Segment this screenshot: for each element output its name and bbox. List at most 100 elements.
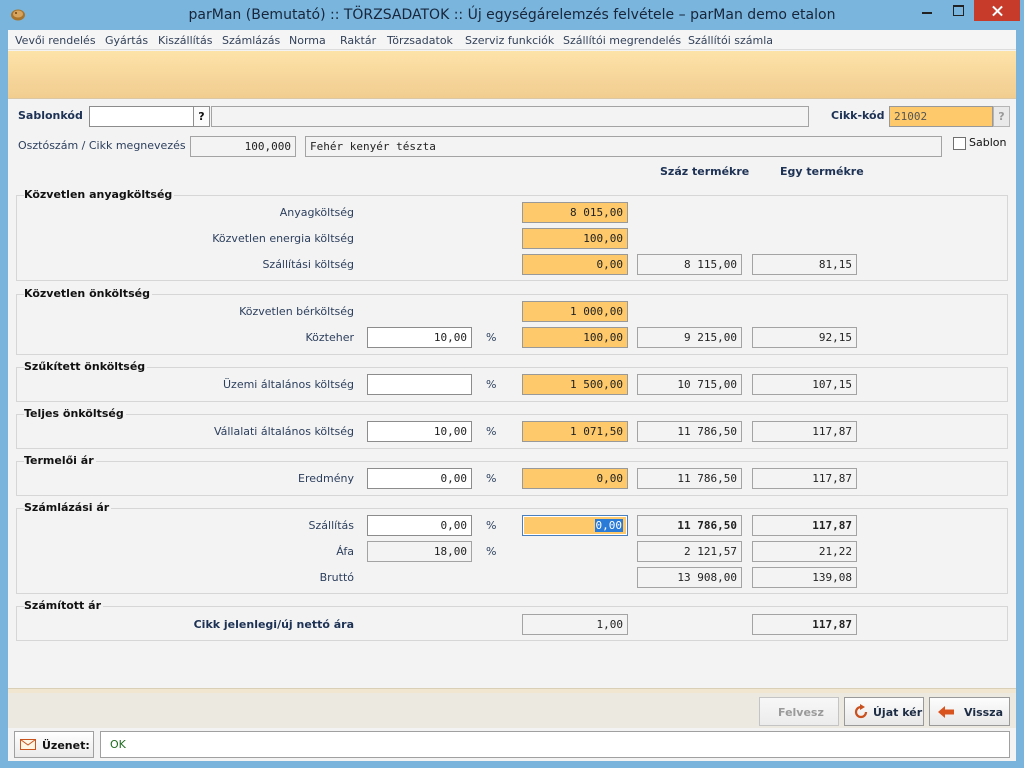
brutto-label: Bruttó bbox=[319, 571, 354, 584]
szallitas-egy-termekre: 117,87 bbox=[752, 515, 857, 536]
col-header-szaz: Száz termékre bbox=[660, 165, 750, 178]
cikkkod-label: Cikk-kód bbox=[831, 109, 885, 122]
percent-sign: % bbox=[486, 425, 497, 438]
section-title: Közvetlen anyagköltség bbox=[24, 188, 175, 201]
vallalati-percent-input[interactable]: 10,00 bbox=[367, 421, 472, 442]
felvesz-label: Felvesz bbox=[778, 706, 824, 719]
action-bar: Felvesz Újat kér Vissza bbox=[8, 688, 1016, 728]
cikk-megnevezes-field: Fehér kenyér tészta bbox=[305, 136, 942, 157]
afa-egy-termekre: 21,22 bbox=[752, 541, 857, 562]
uzenet-button[interactable]: Üzenet: bbox=[14, 731, 94, 758]
vallalati-koltseg-input[interactable]: 1 071,50 bbox=[522, 421, 628, 442]
anyag-egy-termekre: 81,15 bbox=[752, 254, 857, 275]
osztoszam-label: Osztószám / Cikk megnevezés bbox=[18, 139, 186, 152]
teljes-szaz-termekre: 11 786,50 bbox=[637, 421, 742, 442]
menu-kiszallitas[interactable]: Kiszállítás bbox=[158, 34, 212, 47]
status-message: OK bbox=[100, 731, 1010, 758]
percent-sign: % bbox=[486, 545, 497, 558]
eredmeny-percent-input[interactable]: 0,00 bbox=[367, 468, 472, 489]
netto-ar-value: 1,00 bbox=[522, 614, 628, 635]
menu-gyartas[interactable]: Gyártás bbox=[105, 34, 148, 47]
uzemi-percent-input[interactable] bbox=[367, 374, 472, 395]
menu-torzsadatok[interactable]: Törzsadatok bbox=[387, 34, 453, 47]
berkoltseg-label: Közvetlen bérköltség bbox=[239, 305, 354, 318]
section-title: Szűkített önköltség bbox=[24, 360, 148, 373]
status-row: Üzenet: OK bbox=[8, 729, 1016, 761]
szukitett-egy-termekre: 107,15 bbox=[752, 374, 857, 395]
menu-bar: Vevői rendelés Gyártás Kiszállítás Száml… bbox=[8, 30, 1016, 50]
termeloi-egy-termekre: 117,87 bbox=[752, 468, 857, 489]
szallitas-percent-input[interactable]: 0,00 bbox=[367, 515, 472, 536]
vissza-button[interactable]: Vissza bbox=[929, 697, 1010, 726]
sablonkod-description bbox=[211, 106, 809, 127]
berkoltseg-input[interactable]: 1 000,00 bbox=[522, 301, 628, 322]
title-bar: parMan (Bemutató) :: TÖRZSADATOK :: Új e… bbox=[0, 0, 1024, 30]
col-header-egy: Egy termékre bbox=[780, 165, 864, 178]
anyagkoltseg-input[interactable]: 8 015,00 bbox=[522, 202, 628, 223]
menu-szallitoi-szamla[interactable]: Szállítói számla bbox=[688, 34, 773, 47]
ujat-ker-label: Újat kér bbox=[873, 706, 923, 719]
sablon-checkbox[interactable] bbox=[953, 137, 966, 150]
anyagkoltseg-label: Anyagköltség bbox=[279, 206, 354, 219]
sablonkod-label: Sablonkód bbox=[18, 109, 83, 122]
afa-label: Áfa bbox=[336, 545, 354, 558]
menu-norma[interactable]: Norma bbox=[289, 34, 326, 47]
cikkkod-input[interactable]: 21002 bbox=[889, 106, 993, 127]
vissza-label: Vissza bbox=[964, 706, 1004, 719]
osztoszam-value: 100,000 bbox=[190, 136, 296, 157]
menu-raktar[interactable]: Raktár bbox=[340, 34, 376, 47]
section-title: Teljes önköltség bbox=[24, 407, 126, 420]
netto-egy-termekre: 117,87 bbox=[752, 614, 857, 635]
energia-koltseg-input[interactable]: 100,00 bbox=[522, 228, 628, 249]
uzenet-label: Üzenet: bbox=[42, 739, 90, 752]
eredmeny-input[interactable]: 0,00 bbox=[522, 468, 628, 489]
section-title: Számlázási ár bbox=[24, 501, 112, 514]
minimize-button[interactable] bbox=[912, 0, 942, 21]
szallitasi-koltseg-input[interactable]: 0,00 bbox=[522, 254, 628, 275]
menu-szallitoi-megrendeles[interactable]: Szállítói megrendelés bbox=[563, 34, 681, 47]
maximize-button[interactable] bbox=[943, 0, 973, 21]
sablonkod-input[interactable] bbox=[89, 106, 194, 127]
uzemi-altalanos-label: Üzemi általános költség bbox=[223, 378, 354, 391]
header-band bbox=[8, 51, 1016, 99]
percent-sign: % bbox=[486, 378, 497, 391]
close-button[interactable] bbox=[974, 0, 1020, 21]
anyag-szaz-termekre: 8 115,00 bbox=[637, 254, 742, 275]
uzemi-koltseg-input[interactable]: 1 500,00 bbox=[522, 374, 628, 395]
afa-szaz-termekre: 2 121,57 bbox=[637, 541, 742, 562]
arrow-left-icon bbox=[938, 706, 954, 718]
kozteher-input[interactable]: 100,00 bbox=[522, 327, 628, 348]
onkoltseg-egy-termekre: 92,15 bbox=[752, 327, 857, 348]
teljes-egy-termekre: 117,87 bbox=[752, 421, 857, 442]
menu-vevoi-rendeles[interactable]: Vevői rendelés bbox=[15, 34, 96, 47]
termeloi-szaz-termekre: 11 786,50 bbox=[637, 468, 742, 489]
felvesz-button[interactable]: Felvesz bbox=[759, 697, 839, 726]
calculation-form: Sablonkód ? Cikk-kód 21002 ? Osztószám /… bbox=[8, 100, 1016, 688]
section-termeloi-ar bbox=[16, 461, 1008, 496]
szukitett-szaz-termekre: 10 715,00 bbox=[637, 374, 742, 395]
cikkkod-lookup-button[interactable]: ? bbox=[993, 106, 1010, 127]
szallitas-input[interactable]: 0,00 bbox=[522, 515, 628, 536]
selected-value: 0,00 bbox=[594, 519, 623, 532]
section-title: Termelői ár bbox=[24, 454, 96, 467]
sablonkod-lookup-button[interactable]: ? bbox=[193, 106, 210, 127]
refresh-icon bbox=[854, 704, 868, 719]
szallitas-szaz-termekre: 11 786,50 bbox=[637, 515, 742, 536]
section-title: Számított ár bbox=[24, 599, 103, 612]
menu-szamlazas[interactable]: Számlázás bbox=[222, 34, 280, 47]
szallitas-label: Szállítás bbox=[308, 519, 354, 532]
brutto-egy-termekre: 139,08 bbox=[752, 567, 857, 588]
app-window: parMan (Bemutató) :: TÖRZSADATOK :: Új e… bbox=[0, 0, 1024, 768]
kozteher-label: Közteher bbox=[305, 331, 354, 344]
szallitasi-koltseg-label: Szállítási költség bbox=[262, 258, 354, 271]
window-title: parMan (Bemutató) :: TÖRZSADATOK :: Új e… bbox=[188, 7, 836, 23]
menu-szerviz-funkciok[interactable]: Szerviz funkciók bbox=[465, 34, 554, 47]
percent-sign: % bbox=[486, 331, 497, 344]
section-title: Közvetlen önköltség bbox=[24, 287, 152, 300]
ujat-ker-button[interactable]: Újat kér bbox=[844, 697, 924, 726]
section-szamlazasi-ar bbox=[16, 508, 1008, 594]
sablon-checkbox-label: Sablon bbox=[969, 136, 1007, 149]
kozteher-percent-input[interactable]: 10,00 bbox=[367, 327, 472, 348]
client-area: Vevői rendelés Gyártás Kiszállítás Száml… bbox=[8, 30, 1016, 761]
envelope-icon bbox=[20, 739, 36, 750]
